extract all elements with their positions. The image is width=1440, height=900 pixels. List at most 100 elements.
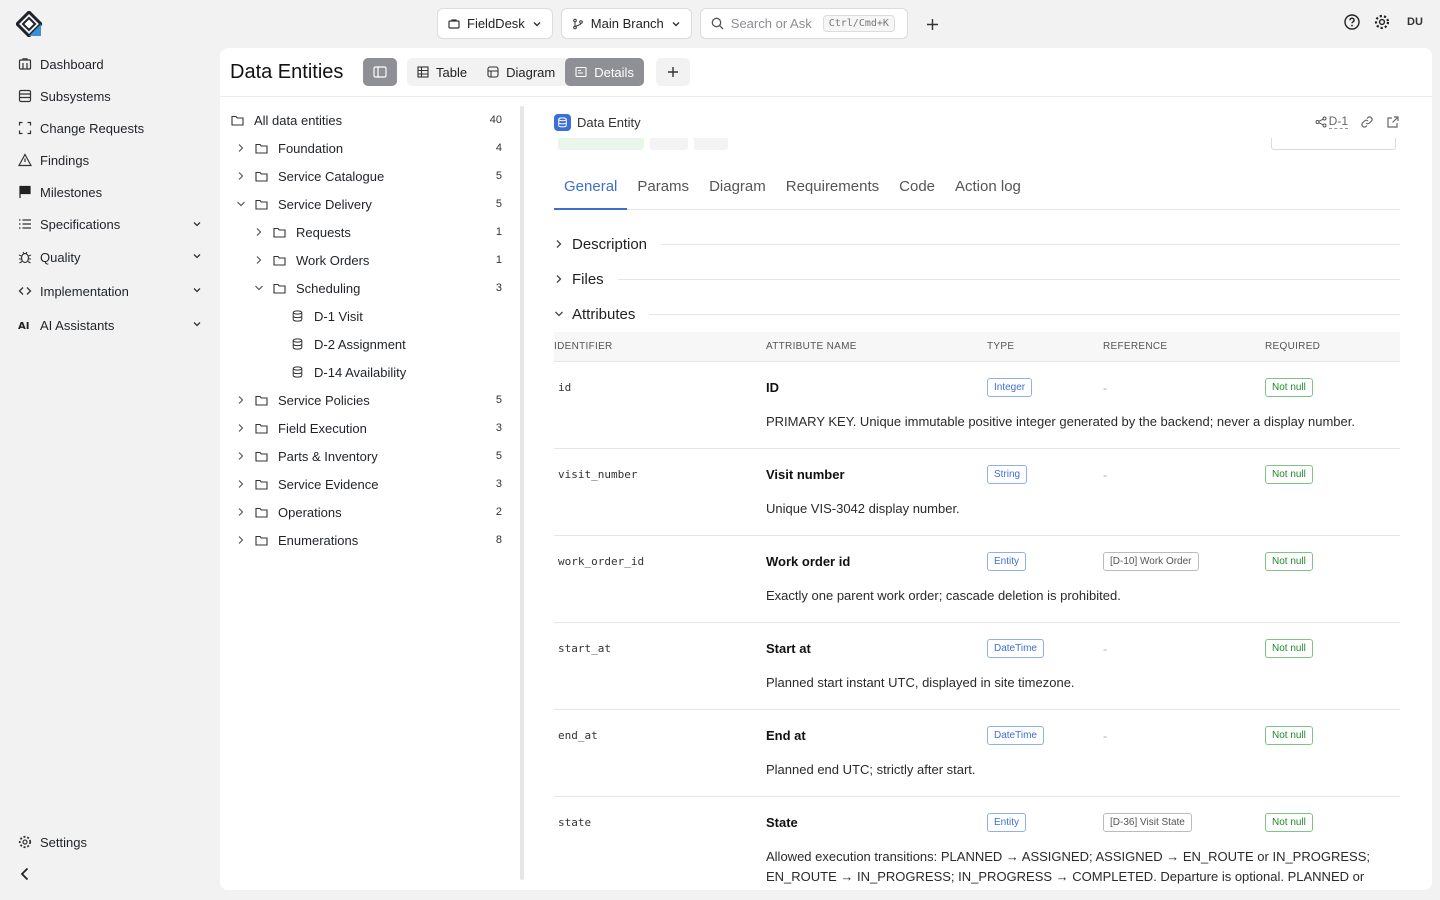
table-row[interactable]: end_at End at DateTime - Not null Planne… (554, 710, 1400, 797)
tree-item[interactable]: Service Delivery 5 (220, 190, 510, 218)
project-selector[interactable]: FieldDesk (437, 8, 553, 39)
entity-ref[interactable]: D-1 (1328, 114, 1348, 129)
tree-toggle-button[interactable] (363, 58, 397, 86)
list-icon (19, 219, 31, 229)
external-link-icon[interactable] (1386, 115, 1400, 129)
tree-item[interactable]: Field Execution 3 (220, 414, 510, 442)
tree-entity[interactable]: D-14 Availability (220, 358, 510, 386)
table-row[interactable]: work_order_id Work order id Entity [D-10… (554, 536, 1400, 623)
tab-action-log[interactable]: Action log (945, 170, 1031, 210)
version-select[interactable] (1271, 136, 1396, 150)
chevron-down-icon[interactable] (252, 284, 266, 292)
section-attributes[interactable]: Attributes (554, 304, 1400, 324)
tree-item[interactable]: Requests 1 (220, 218, 510, 246)
tab-requirements[interactable]: Requirements (776, 170, 889, 210)
branch-icon (572, 18, 583, 29)
sidebar-item-dashboard[interactable]: Dashboard (0, 48, 220, 80)
tree-count: 2 (495, 506, 502, 518)
tree-entity[interactable]: D-2 Assignment (220, 330, 510, 358)
help-icon[interactable] (1344, 14, 1360, 30)
tab-params[interactable]: Params (627, 170, 699, 210)
sidebar-item-quality[interactable]: Quality (0, 240, 220, 274)
tab-general[interactable]: General (554, 170, 628, 210)
panel-icon (373, 66, 387, 78)
attr-name: ID (766, 379, 779, 395)
folder-icon (254, 395, 268, 406)
chevron-right-icon[interactable] (234, 451, 248, 461)
column-header[interactable]: IDENTIFIER (554, 341, 766, 352)
chevron-right-icon (556, 275, 562, 283)
link-icon[interactable] (1360, 115, 1374, 129)
sidebar-item-subsystems[interactable]: Subsystems (0, 80, 220, 112)
table-row[interactable]: visit_number Visit number String - Not n… (554, 449, 1400, 536)
search-shortcut: Ctrl/Cmd+K (822, 15, 895, 32)
view-table-button[interactable]: Table (407, 58, 477, 86)
attr-name: State (766, 814, 798, 830)
view-diagram-button[interactable]: Diagram (477, 58, 565, 86)
search-input[interactable]: Search or Ask Ctrl/Cmd+K (699, 8, 908, 39)
chevron-down-icon[interactable] (192, 285, 202, 295)
chevron-down-icon[interactable] (192, 251, 202, 261)
tree-item[interactable]: Service Evidence 3 (220, 470, 510, 498)
tab-code[interactable]: Code (889, 170, 945, 210)
create-button[interactable] (921, 13, 943, 35)
tree-item[interactable]: Scheduling 3 (220, 274, 510, 302)
tree-item[interactable]: Work Orders 1 (220, 246, 510, 274)
required-badge: Not null (1265, 812, 1313, 832)
column-header[interactable]: REQUIRED (1265, 341, 1400, 352)
chevron-right-icon[interactable] (252, 255, 266, 265)
chevron-right-icon[interactable] (234, 143, 248, 153)
tree-item[interactable]: Operations 2 (220, 498, 510, 526)
folder-icon (254, 451, 268, 462)
resize-handle[interactable] (520, 106, 524, 880)
chevron-right-icon[interactable] (234, 395, 248, 405)
tree-count: 3 (495, 422, 502, 434)
tree-item[interactable]: Service Catalogue 5 (220, 162, 510, 190)
tab-diagram[interactable]: Diagram (699, 170, 776, 210)
table-row[interactable]: state State Entity [D-36] Visit State No… (554, 797, 1400, 890)
chevron-right-icon[interactable] (252, 227, 266, 237)
detail-tabs: General Params Diagram Requirements Code… (554, 170, 1400, 210)
tree-root[interactable]: All data entities 40 (220, 106, 510, 134)
sidebar-item-ai-assistants[interactable]: AI AI Assistants (0, 308, 220, 342)
type-badge: Entity (987, 551, 1027, 571)
chevron-right-icon[interactable] (234, 171, 248, 181)
app-logo[interactable] (16, 11, 42, 37)
user-avatar[interactable]: DU (1404, 16, 1426, 28)
chevron-down-icon[interactable] (192, 219, 202, 229)
add-view-button[interactable] (656, 58, 690, 86)
collapse-sidebar-icon[interactable] (18, 866, 32, 882)
chevron-down-icon[interactable] (234, 200, 248, 208)
tree-entity[interactable]: D-1 Visit (220, 302, 510, 330)
share-icon[interactable] (1315, 116, 1327, 128)
sidebar-item-findings[interactable]: Findings (0, 144, 220, 176)
chevron-right-icon[interactable] (234, 423, 248, 433)
gear-icon[interactable] (1374, 14, 1390, 30)
table-row[interactable]: start_at Start at DateTime - Not null Pl… (554, 623, 1400, 710)
chevron-down-icon[interactable] (192, 319, 202, 329)
tree-item[interactable]: Enumerations 8 (220, 526, 510, 554)
sidebar-item-implementation[interactable]: Implementation (0, 274, 220, 308)
tree-item[interactable]: Parts & Inventory 5 (220, 442, 510, 470)
sidebar-item-label: Specifications (40, 216, 121, 232)
table-row[interactable]: id ID Integer - Not null PRIMARY KEY. Un… (554, 362, 1400, 449)
branch-selector[interactable]: Main Branch (560, 8, 692, 39)
tree-item[interactable]: Foundation 4 (220, 134, 510, 162)
chevron-right-icon[interactable] (234, 479, 248, 489)
sidebar-item-specifications[interactable]: Specifications (0, 208, 220, 240)
sidebar-item-milestones[interactable]: Milestones (0, 176, 220, 208)
reference-link[interactable]: [D-36] Visit State (1103, 812, 1192, 832)
sidebar-item-change-requests[interactable]: Change Requests (0, 112, 220, 144)
column-header[interactable]: ATTRIBUTE NAME (766, 341, 987, 352)
sidebar-item-settings[interactable]: Settings (0, 826, 220, 858)
reference-link[interactable]: [D-10] Work Order (1103, 551, 1199, 571)
folder-icon (230, 115, 244, 126)
chevron-right-icon[interactable] (234, 507, 248, 517)
chevron-right-icon[interactable] (234, 535, 248, 545)
view-details-button[interactable]: Details (565, 58, 644, 86)
tree-item[interactable]: Service Policies 5 (220, 386, 510, 414)
section-description[interactable]: Description (554, 234, 1400, 254)
section-files[interactable]: Files (554, 269, 1400, 289)
column-header[interactable]: REFERENCE (1103, 341, 1265, 352)
column-header[interactable]: TYPE (987, 341, 1103, 352)
